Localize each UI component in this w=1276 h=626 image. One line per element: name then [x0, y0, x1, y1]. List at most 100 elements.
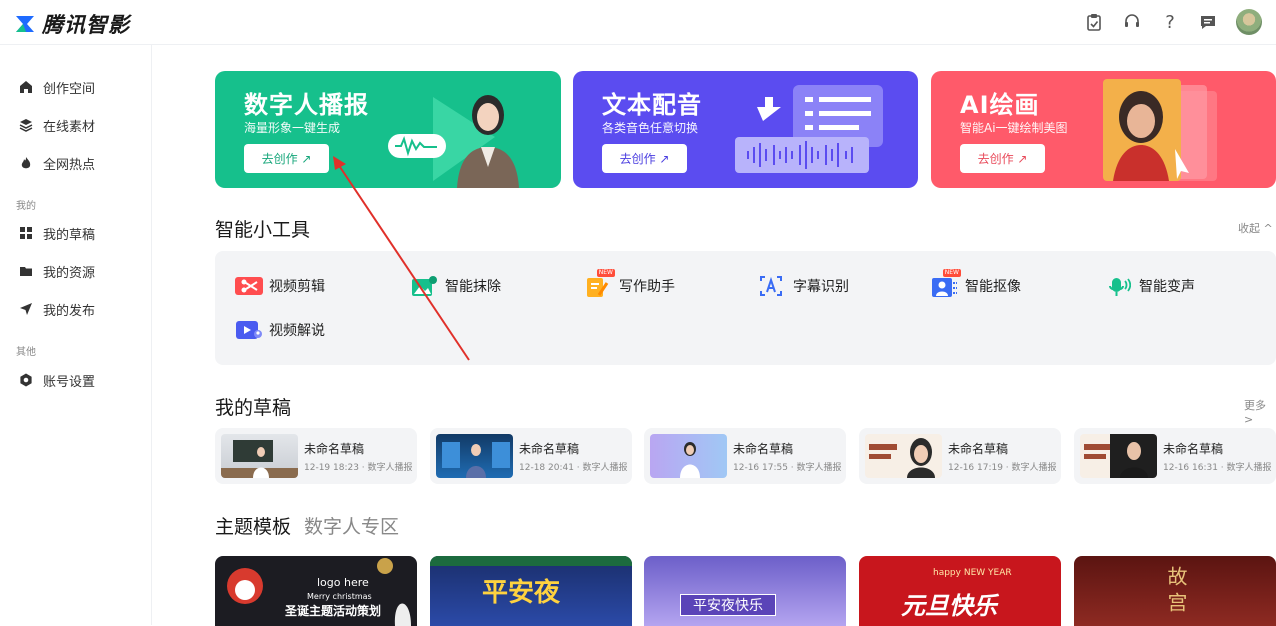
- draft-thumbnail: [221, 434, 298, 478]
- sidebar-item-label: 全网热点: [43, 157, 96, 173]
- banner-digital-human[interactable]: 数字人播报 海量形象一键生成 去创作 ↗: [215, 71, 561, 188]
- template-title: 平安夜: [482, 578, 561, 608]
- sidebar-group-mine: 我的: [16, 201, 36, 212]
- sidebar-item-label: 创作空间: [43, 81, 96, 97]
- writing-icon: NEW: [585, 269, 615, 297]
- tool-label: 智能抠像: [965, 279, 1021, 295]
- draft-name: 未命名草稿: [948, 442, 1009, 456]
- new-badge: NEW: [596, 269, 615, 277]
- tool-label: 字幕识别: [793, 279, 849, 295]
- tool-subtitle-recognition[interactable]: 字幕识别: [759, 275, 849, 297]
- draft-thumbnail: [1080, 434, 1157, 478]
- banner-title: AI绘画: [960, 91, 1040, 119]
- digital-human-illustration: [388, 95, 519, 188]
- new-badge: NEW: [942, 269, 961, 277]
- sidebar-item-my-publish[interactable]: 我的发布: [18, 299, 95, 319]
- sidebar-item-online-assets[interactable]: 在线素材: [18, 115, 95, 135]
- layers-icon: [18, 118, 33, 133]
- template-title: 圣诞主题活动策划: [285, 604, 382, 618]
- template-card[interactable]: 故宫: [1074, 556, 1276, 626]
- template-card[interactable]: happy NEW YEAR 元旦快乐: [859, 556, 1061, 626]
- tool-label: 智能抹除: [445, 279, 501, 295]
- draft-card[interactable]: 未命名草稿 12-16 16:31 · 数字人播报: [1074, 428, 1276, 484]
- tool-smart-matting[interactable]: NEW 智能抠像: [931, 269, 1021, 297]
- banner-subtitle: 智能Ai一键绘制美图: [960, 121, 1068, 135]
- subtitle-icon: [759, 275, 785, 297]
- settings-icon: [18, 373, 33, 388]
- sidebar-item-label: 在线素材: [43, 119, 96, 135]
- banner-ai-painting[interactable]: AI绘画 智能Ai一键绘制美图 去创作 ↗: [931, 71, 1276, 188]
- draft-card[interactable]: 未命名草稿 12-19 18:23 · 数字人播报: [215, 428, 417, 484]
- fire-icon: [18, 156, 33, 171]
- tool-video-edit[interactable]: 视频剪辑: [235, 275, 325, 297]
- banner-text-voiceover[interactable]: 文本配音 各类音色任意切换 去创作 ↗: [573, 71, 918, 188]
- logo-icon: [16, 16, 34, 32]
- tool-label: 视频剪辑: [269, 279, 325, 295]
- template-garland: [430, 556, 632, 566]
- draft-name: 未命名草稿: [733, 442, 794, 456]
- template-card[interactable]: logo here Merry christmas 圣诞主题活动策划: [215, 556, 417, 626]
- draft-meta: 12-19 18:23 · 数字人播报: [304, 463, 413, 473]
- draft-name: 未命名草稿: [304, 442, 365, 456]
- sidebar-item-label: 账号设置: [43, 374, 96, 390]
- sidebar-item-account-settings[interactable]: 账号设置: [18, 370, 95, 390]
- help-icon[interactable]: ?: [1160, 12, 1180, 33]
- tools-panel: 视频剪辑 智能抹除 NEW 写作助手 字幕识别 NEW 智能抠像 智能变声 视频…: [215, 251, 1276, 365]
- headset-icon[interactable]: [1122, 12, 1142, 32]
- draft-card[interactable]: 未命名草稿 12-16 17:55 · 数字人播报: [644, 428, 846, 484]
- video-edit-icon: [235, 275, 263, 297]
- ai-painting-illustration: [1103, 79, 1217, 181]
- create-button[interactable]: 去创作 ↗: [960, 144, 1045, 173]
- message-icon[interactable]: [1198, 12, 1218, 32]
- app-logo[interactable]: 腾讯智影: [14, 9, 130, 39]
- templates-tab-digital-human[interactable]: 数字人专区: [304, 512, 399, 539]
- draft-meta: 12-18 20:41 · 数字人播报: [519, 463, 628, 473]
- draft-thumbnail: [650, 434, 727, 478]
- send-icon: [18, 302, 33, 317]
- sidebar: 创作空间 在线素材 全网热点 我的 我的草稿 我的资源 我的发布 其他 账号设置: [0, 45, 152, 625]
- user-avatar[interactable]: [1236, 9, 1262, 35]
- draft-meta: 12-16 17:19 · 数字人播报: [948, 463, 1057, 473]
- app-title: 腾讯智影: [42, 13, 130, 37]
- sidebar-item-label: 我的资源: [43, 265, 96, 281]
- template-subtext: Merry christmas: [307, 592, 372, 601]
- banner-subtitle: 各类音色任意切换: [602, 121, 699, 135]
- draft-name: 未命名草稿: [1163, 442, 1224, 456]
- template-subtext: happy NEW YEAR: [933, 568, 1012, 578]
- folder-icon: [18, 264, 33, 279]
- tool-label: 智能变声: [1139, 279, 1195, 295]
- banner-subtitle: 海量形象一键生成: [244, 121, 341, 135]
- draft-thumbnail: [865, 434, 942, 478]
- drafts-section-title: 我的草稿: [215, 397, 292, 419]
- matting-icon: NEW: [931, 269, 961, 297]
- more-drafts-link[interactable]: 更多 >: [1244, 397, 1276, 426]
- tool-video-narration[interactable]: 视频解说: [235, 319, 325, 341]
- template-title: 故宫: [1164, 566, 1188, 618]
- draft-card[interactable]: 未命名草稿 12-16 17:19 · 数字人播报: [859, 428, 1061, 484]
- main-content: 数字人播报 海量形象一键生成 去创作 ↗ 文本配音 各类音色任意切换 去创作 ↗: [152, 45, 1276, 626]
- templates-tab-themes[interactable]: 主题模板: [215, 512, 291, 539]
- clipboard-icon[interactable]: [1084, 12, 1104, 32]
- template-card[interactable]: 平安夜快乐: [644, 556, 846, 626]
- sidebar-item-my-resources[interactable]: 我的资源: [18, 261, 95, 281]
- draft-thumbnail: [436, 434, 513, 478]
- sidebar-item-trending[interactable]: 全网热点: [18, 153, 95, 173]
- create-button[interactable]: 去创作 ↗: [244, 144, 329, 173]
- video-narration-icon: [235, 319, 262, 341]
- sidebar-item-my-drafts[interactable]: 我的草稿: [18, 223, 95, 243]
- template-card[interactable]: 平安夜: [430, 556, 632, 626]
- draft-card[interactable]: 未命名草稿 12-18 20:41 · 数字人播报: [430, 428, 632, 484]
- draft-name: 未命名草稿: [519, 442, 580, 456]
- top-bar: 腾讯智影 ?: [0, 0, 1276, 45]
- grid-icon: [18, 226, 33, 241]
- sidebar-item-label: 我的草稿: [43, 227, 96, 243]
- tool-voice-change[interactable]: 智能变声: [1105, 275, 1195, 297]
- create-button[interactable]: 去创作 ↗: [602, 144, 687, 173]
- sidebar-group-other: 其他: [16, 347, 36, 358]
- sidebar-item-creation-space[interactable]: 创作空间: [18, 77, 95, 97]
- tool-smart-erase[interactable]: 智能抹除: [411, 275, 501, 297]
- template-title: 平安夜快乐: [680, 594, 776, 616]
- collapse-button[interactable]: 收起 ^: [1238, 220, 1273, 236]
- tool-writing-assistant[interactable]: NEW 写作助手: [585, 269, 675, 297]
- voiceover-illustration: [735, 85, 883, 173]
